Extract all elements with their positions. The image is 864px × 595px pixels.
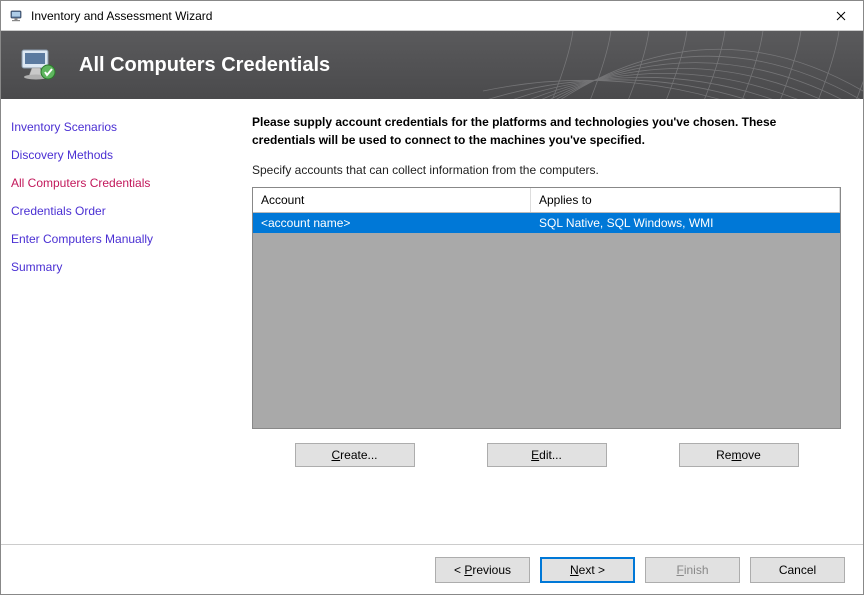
banner-title: All Computers Credentials [79, 54, 330, 77]
grid-action-buttons: Create... Edit... Remove [252, 443, 841, 467]
previous-button[interactable]: < Previous [435, 557, 530, 583]
step-credentials-order[interactable]: Credentials Order [11, 197, 206, 225]
cancel-button[interactable]: Cancel [750, 557, 845, 583]
col-account-header[interactable]: Account [253, 188, 531, 212]
window-title: Inventory and Assessment Wizard [31, 9, 212, 23]
instruction-heading: Please supply account credentials for th… [252, 113, 841, 149]
main-panel: Please supply account credentials for th… [216, 99, 863, 544]
grid-header: Account Applies to [253, 188, 840, 213]
col-applies-header[interactable]: Applies to [531, 188, 840, 212]
next-button[interactable]: Next > [540, 557, 635, 583]
banner: All Computers Credentials [1, 31, 863, 99]
remove-button[interactable]: Remove [679, 443, 799, 467]
banner-mesh-decoration [483, 31, 863, 99]
step-inventory-scenarios[interactable]: Inventory Scenarios [11, 113, 206, 141]
close-button[interactable] [818, 1, 863, 31]
content-area: Inventory Scenarios Discovery Methods Al… [1, 99, 863, 544]
app-icon [9, 8, 25, 24]
wizard-steps-sidebar: Inventory Scenarios Discovery Methods Al… [1, 99, 216, 544]
step-all-computers-credentials[interactable]: All Computers Credentials [11, 169, 206, 197]
step-summary[interactable]: Summary [11, 253, 206, 281]
step-enter-computers-manually[interactable]: Enter Computers Manually [11, 225, 206, 253]
wizard-footer: < Previous Next > Finish Cancel [1, 544, 863, 594]
cell-applies: SQL Native, SQL Windows, WMI [531, 213, 840, 233]
instruction-sub: Specify accounts that can collect inform… [252, 163, 841, 177]
step-discovery-methods[interactable]: Discovery Methods [11, 141, 206, 169]
cell-account: <account name> [253, 213, 531, 233]
grid-body: <account name> SQL Native, SQL Windows, … [253, 213, 840, 428]
titlebar: Inventory and Assessment Wizard [1, 1, 863, 31]
edit-button[interactable]: Edit... [487, 443, 607, 467]
create-button[interactable]: Create... [295, 443, 415, 467]
credentials-grid[interactable]: Account Applies to <account name> SQL Na… [252, 187, 841, 429]
grid-row[interactable]: <account name> SQL Native, SQL Windows, … [253, 213, 840, 233]
finish-button: Finish [645, 557, 740, 583]
banner-computer-icon [17, 44, 59, 86]
